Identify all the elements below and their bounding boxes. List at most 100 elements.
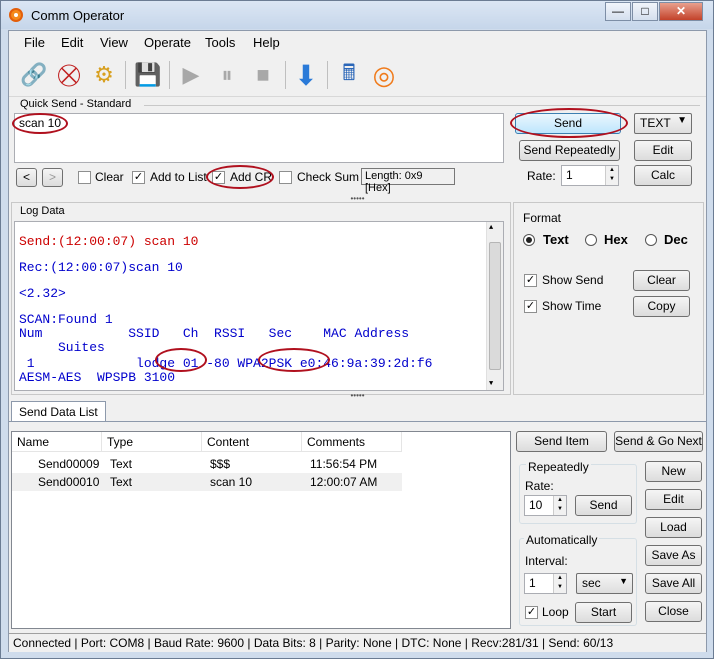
stepper-arrows-icon[interactable]: ▲ ▼ xyxy=(553,574,566,593)
menu-operate[interactable]: Operate xyxy=(144,35,191,50)
table-cell: Text xyxy=(110,457,133,471)
add-to-list-checkbox[interactable]: ✓ xyxy=(132,171,145,184)
show-time-checkbox[interactable]: ✓ xyxy=(524,300,537,313)
hex-radio[interactable] xyxy=(585,234,597,246)
rate-stepper[interactable]: 1 ▲ ▼ xyxy=(561,165,619,186)
table-cell: 11:56:54 PM xyxy=(310,457,378,471)
text-radio[interactable] xyxy=(523,234,535,246)
text-radio-label: Text xyxy=(543,232,569,247)
quick-send-input[interactable]: scan 10 xyxy=(14,113,504,163)
start-button[interactable]: Start xyxy=(575,602,632,623)
copy-button[interactable]: Copy xyxy=(633,296,690,317)
list-rate-value: 10 xyxy=(529,498,543,512)
log-line: Send:(12:00:07) scan 10 xyxy=(19,234,199,249)
stepper-arrows-icon[interactable]: ▲ ▼ xyxy=(605,166,618,185)
edit-button[interactable]: Edit xyxy=(634,140,692,161)
menu-view[interactable]: View xyxy=(100,35,128,50)
next-button[interactable]: > xyxy=(42,168,63,187)
log-scrollbar[interactable]: ▲ ▼ xyxy=(486,222,503,390)
hex-radio-label: Hex xyxy=(604,232,628,247)
dec-radio[interactable] xyxy=(645,234,657,246)
menu-help[interactable]: Help xyxy=(253,35,280,50)
chevron-down-icon: ▼ xyxy=(677,115,687,126)
prev-button[interactable]: < xyxy=(16,168,37,187)
stop-icon[interactable]: ■ xyxy=(248,60,278,90)
highlight-circle xyxy=(206,165,274,189)
column-header-type[interactable]: Type xyxy=(102,432,202,452)
interval-unit-select[interactable]: sec ▼ xyxy=(576,573,633,594)
close-window-button[interactable]: ✕ xyxy=(659,2,703,21)
log-output[interactable]: Send:(12:00:07) scan 10 Rec:(12:00:07)sc… xyxy=(14,221,504,391)
send-repeatedly-button[interactable]: Send Repeatedly xyxy=(519,140,620,161)
format-select[interactable]: TEXT ▼ xyxy=(634,113,692,134)
calculator-icon[interactable]: 🖩 xyxy=(334,60,364,90)
scroll-up-icon[interactable]: ▲ xyxy=(489,224,493,232)
connect-icon[interactable]: 🔗 xyxy=(19,60,49,90)
splitter-handle[interactable]: ••••• xyxy=(9,392,706,400)
app-logo-icon xyxy=(9,8,23,22)
status-bar: Connected | Port: COM8 | Baud Rate: 9600… xyxy=(9,633,706,652)
logo-icon[interactable]: ◎ xyxy=(369,60,399,90)
quick-send-label: Quick Send - Standard xyxy=(20,98,132,110)
interval-stepper[interactable]: 1 ▲ ▼ xyxy=(524,573,567,594)
new-button[interactable]: New xyxy=(645,461,702,482)
table-row[interactable]: Send00010 Text scan 10 12:00:07 AM xyxy=(12,473,402,491)
pause-icon[interactable]: ⏸ xyxy=(212,60,242,90)
list-rate-stepper[interactable]: 10 ▲ ▼ xyxy=(524,495,567,516)
log-line: SCAN:Found 1 xyxy=(19,312,113,327)
disconnect-icon[interactable]: ⛒ xyxy=(54,60,84,90)
list-send-button[interactable]: Send xyxy=(575,495,632,516)
check-sum-label: Check Sum xyxy=(297,170,360,184)
loop-checkbox[interactable]: ✓ xyxy=(525,606,538,619)
log-data-label: Log Data xyxy=(20,205,65,217)
show-send-checkbox[interactable]: ✓ xyxy=(524,274,537,287)
log-line: 1 lodge 01 -80 WPA2PSK e0:46:9a:39:2d:f6 xyxy=(19,356,433,371)
save-all-button[interactable]: Save All xyxy=(645,573,702,594)
title-bar: Comm Operator — □ ✕ xyxy=(1,1,713,29)
window-title: Comm Operator xyxy=(31,8,125,23)
menu-tools[interactable]: Tools xyxy=(205,35,235,50)
load-button[interactable]: Load xyxy=(645,517,702,538)
column-header-comments[interactable]: Comments xyxy=(302,432,402,452)
save-icon[interactable]: 💾 xyxy=(133,60,163,90)
log-line: Suites xyxy=(19,340,105,355)
length-indicator: Length: 0x9 [Hex] xyxy=(361,168,455,194)
interval-label: Interval: xyxy=(525,554,568,568)
interval-value: 1 xyxy=(529,576,536,590)
menu-file[interactable]: File xyxy=(24,35,45,50)
chevron-down-icon: ▼ xyxy=(619,576,628,586)
table-row[interactable]: Send00009 Text $$$ 11:56:54 PM xyxy=(12,455,402,473)
scroll-thumb[interactable] xyxy=(489,242,501,370)
dec-radio-label: Dec xyxy=(664,232,688,247)
tab-strip-line xyxy=(9,421,706,422)
maximize-button[interactable]: □ xyxy=(632,2,658,21)
table-cell: Send00009 xyxy=(38,457,100,471)
column-header-name[interactable]: Name xyxy=(12,432,102,452)
log-clear-button[interactable]: Clear xyxy=(633,270,690,291)
menu-edit[interactable]: Edit xyxy=(61,35,83,50)
check-sum-checkbox[interactable] xyxy=(279,171,292,184)
log-line: Num SSID Ch RSSI Sec MAC Address xyxy=(19,326,410,341)
download-icon[interactable]: ⬇ xyxy=(291,60,321,91)
scroll-down-icon[interactable]: ▼ xyxy=(489,380,493,388)
table-cell: Send00010 xyxy=(38,475,100,489)
format-label: Format xyxy=(523,211,562,225)
send-item-button[interactable]: Send Item xyxy=(516,431,607,452)
settings-icon[interactable]: ⚙ xyxy=(89,60,119,90)
interval-unit-value: sec xyxy=(582,576,601,590)
send-go-next-button[interactable]: Send & Go Next xyxy=(614,431,703,452)
stepper-arrows-icon[interactable]: ▲ ▼ xyxy=(553,496,566,515)
tab-send-data-list[interactable]: Send Data List xyxy=(11,401,106,421)
splitter-handle[interactable]: ••••• xyxy=(9,195,706,203)
rate-value: 1 xyxy=(566,168,573,182)
client-area: File Edit View Operate Tools Help 🔗 ⛒ ⚙ … xyxy=(8,30,707,652)
column-header-content[interactable]: Content xyxy=(202,432,302,452)
list-edit-button[interactable]: Edit xyxy=(645,489,702,510)
save-as-button[interactable]: Save As xyxy=(645,545,702,566)
calc-button[interactable]: Calc xyxy=(634,165,692,186)
clear-checkbox[interactable] xyxy=(78,171,91,184)
play-icon[interactable]: ▶ xyxy=(176,60,206,90)
minimize-button[interactable]: — xyxy=(605,2,631,21)
table-cell: Text xyxy=(110,475,133,489)
list-close-button[interactable]: Close xyxy=(645,601,702,622)
